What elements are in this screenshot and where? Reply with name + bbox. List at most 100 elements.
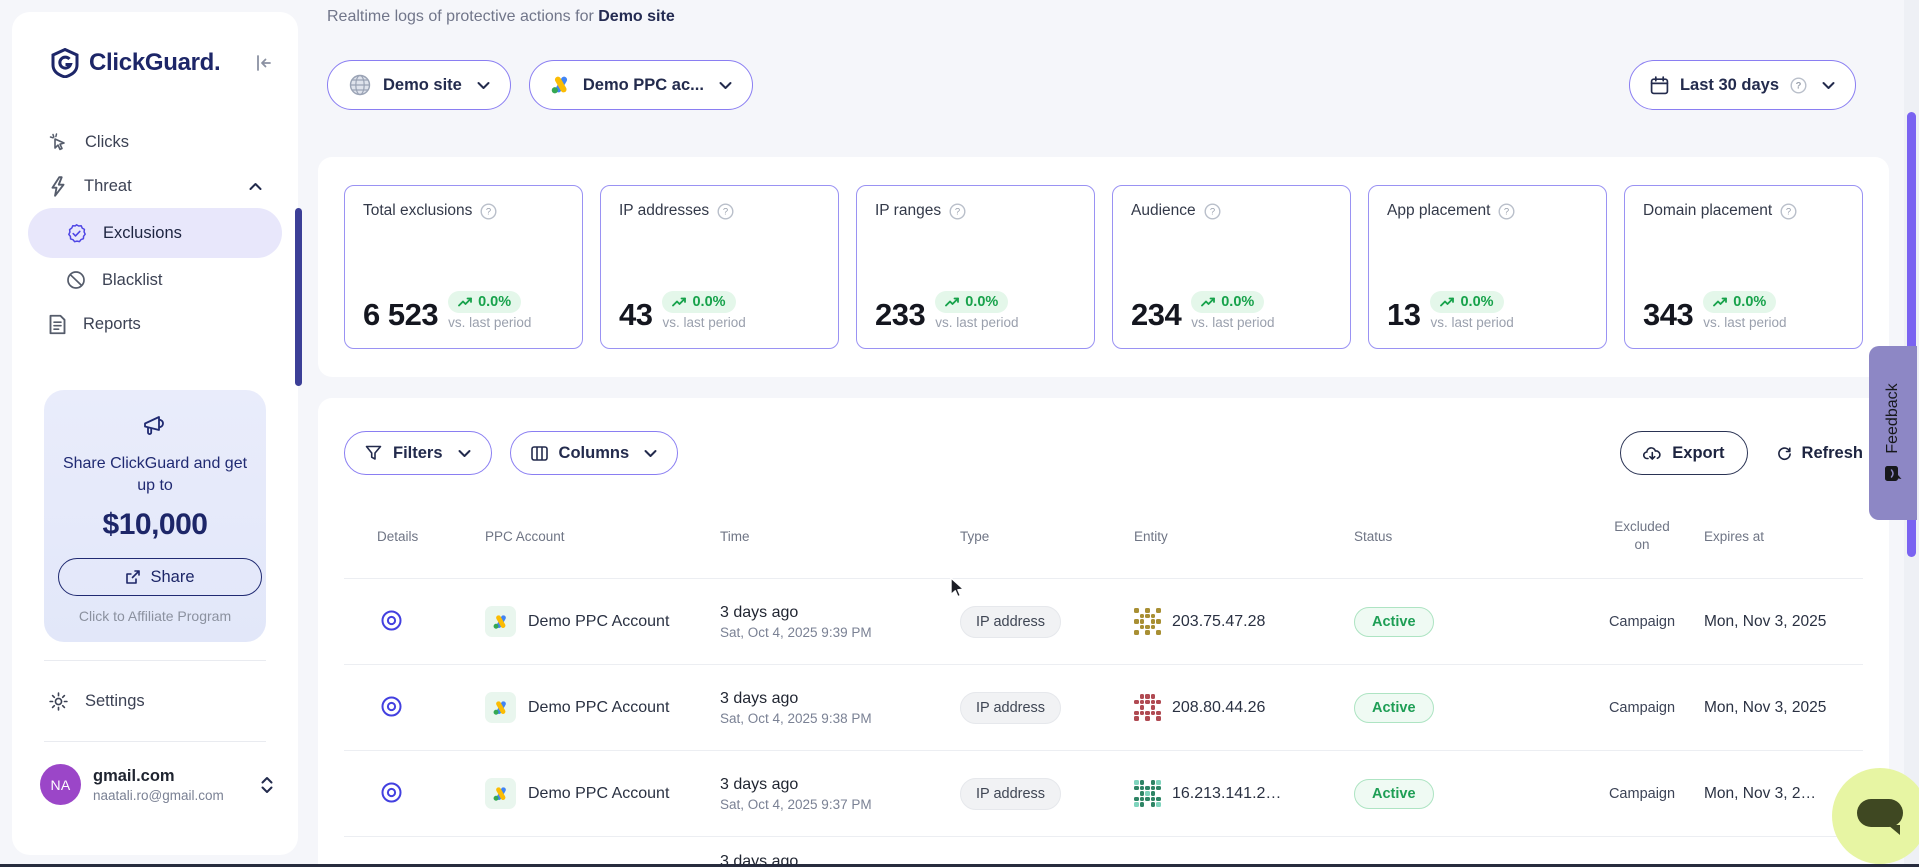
stat-value: 234 [1131, 299, 1181, 330]
sidebar-collapse-icon[interactable] [252, 51, 276, 75]
share-button-label: Share [150, 568, 194, 587]
status-badge: Active [1354, 779, 1434, 809]
excluded-on-value: Campaign [1580, 700, 1704, 716]
stat-label: App placement [1387, 202, 1490, 220]
stat-value: 6 523 [363, 299, 438, 330]
chat-bubble-icon [1857, 799, 1903, 827]
entity-identicon [1134, 694, 1161, 721]
export-button[interactable]: Export [1620, 431, 1747, 475]
sidebar-item-settings[interactable]: Settings [12, 679, 298, 723]
ppc-account-selector-value: Demo PPC ac... [583, 76, 704, 95]
site-selector-dropdown[interactable]: Demo site [327, 60, 511, 110]
delta-value: 0.0% [1733, 294, 1766, 310]
document-icon [48, 314, 67, 335]
details-eye-button[interactable] [377, 606, 406, 635]
trend-up-icon [1201, 297, 1215, 307]
refresh-icon [1776, 445, 1793, 462]
sidebar-item-exclusions[interactable]: Exclusions [28, 208, 282, 258]
table-toolbar: Filters Columns Export [344, 428, 1863, 478]
filters-label: Filters [393, 444, 443, 463]
google-ads-icon [550, 75, 572, 95]
stats-panel: Total exclusions? 6 523 0.0% vs. last pe… [318, 157, 1889, 377]
sidebar-item-reports[interactable]: Reports [28, 302, 282, 346]
feedback-tab[interactable]: Feedback [1869, 346, 1917, 520]
sidebar-item-blacklist[interactable]: Blacklist [28, 258, 282, 302]
subtitle-site-name: Demo site [598, 8, 674, 25]
details-eye-button[interactable] [377, 778, 406, 807]
chevron-down-icon [1822, 81, 1835, 90]
chevron-down-icon [477, 81, 490, 90]
question-circle-icon[interactable]: ? [1204, 203, 1221, 220]
table-row: Demo PPC Account 3 days agoSat, Oct 4, 2… [344, 664, 1863, 750]
status-badge: Active [1354, 693, 1434, 723]
stat-card-total-exclusions: Total exclusions? 6 523 0.0% vs. last pe… [344, 185, 583, 349]
question-circle-icon[interactable]: ? [949, 203, 966, 220]
refresh-button[interactable]: Refresh [1776, 444, 1863, 463]
filters-dropdown[interactable]: Filters [344, 431, 492, 475]
sidebar-item-threat[interactable]: Threat [28, 164, 282, 208]
affiliate-amount: $10,000 [58, 508, 252, 542]
affiliate-card[interactable]: Share ClickGuard and get up to $10,000 S… [44, 390, 266, 642]
stat-card-ip-ranges: IP ranges? 233 0.0% vs. last period [856, 185, 1095, 349]
type-badge: IP address [960, 692, 1061, 724]
table-header-row: Details PPC Account Time Type Entity Sta… [344, 494, 1863, 578]
ppc-account-selector-dropdown[interactable]: Demo PPC ac... [529, 60, 753, 110]
svg-text:?: ? [1504, 206, 1509, 217]
question-circle-icon[interactable]: ? [717, 203, 734, 220]
google-ads-icon [485, 692, 516, 723]
sidebar-nav: Clicks Threat Exclusions Blacklist [12, 120, 298, 346]
share-button[interactable]: Share [58, 558, 262, 596]
cursor-click-icon [48, 132, 69, 153]
sidebar-item-label: Exclusions [103, 224, 182, 243]
column-header-ppc-account: PPC Account [485, 529, 720, 544]
stat-label: Audience [1131, 202, 1196, 220]
details-eye-button[interactable] [377, 692, 406, 721]
sidebar-item-clicks[interactable]: Clicks [28, 120, 282, 164]
trend-up-icon [458, 297, 472, 307]
question-circle-icon[interactable]: ? [1790, 77, 1807, 94]
columns-label: Columns [559, 444, 630, 463]
entity-identicon [1134, 608, 1161, 635]
delta-badge: 0.0% [1703, 291, 1776, 313]
sidebar-item-label: Settings [85, 692, 145, 711]
ppc-account-name: Demo PPC Account [528, 785, 669, 803]
affiliate-title: Share ClickGuard and get up to [58, 453, 252, 496]
sidebar-scrollbar-thumb[interactable] [295, 208, 302, 386]
delta-badge: 0.0% [1430, 291, 1503, 313]
sidebar-item-label: Blacklist [102, 271, 163, 290]
globe-icon [348, 73, 372, 97]
divider [44, 741, 266, 742]
question-circle-icon[interactable]: ? [480, 203, 497, 220]
prohibit-icon [66, 270, 86, 290]
chevron-up-icon [249, 182, 262, 191]
excluded-on-value: Campaign [1580, 786, 1704, 802]
cloud-download-icon [1643, 445, 1662, 461]
table-row-partial: 3 days ago [344, 836, 1863, 867]
trend-up-icon [1713, 297, 1727, 307]
entity-value: 203.75.47.28 [1172, 613, 1265, 631]
type-badge: IP address [960, 778, 1061, 810]
delta-badge: 0.0% [935, 291, 1008, 313]
refresh-label: Refresh [1802, 444, 1863, 463]
date-range-dropdown[interactable]: Last 30 days ? [1629, 60, 1856, 110]
delta-value: 0.0% [1460, 294, 1493, 310]
question-circle-icon[interactable]: ? [1498, 203, 1515, 220]
gear-icon [48, 691, 69, 712]
sidebar-item-label: Reports [83, 315, 141, 334]
question-circle-icon[interactable]: ? [1780, 203, 1797, 220]
column-header-status: Status [1354, 529, 1580, 544]
stat-label: Total exclusions [363, 202, 472, 220]
lightning-icon [48, 176, 68, 197]
time-absolute: Sat, Oct 4, 2025 9:39 PM [720, 625, 960, 640]
columns-dropdown[interactable]: Columns [510, 431, 679, 475]
column-header-excluded-on: Excluded on [1605, 518, 1679, 554]
sidebar-item-label: Threat [84, 177, 132, 196]
svg-text:?: ? [486, 206, 491, 217]
affiliate-caption: Click to Affiliate Program [58, 608, 252, 624]
type-badge: IP address [960, 606, 1061, 638]
megaphone-icon [140, 410, 170, 440]
divider [44, 660, 266, 661]
account-switcher[interactable]: NA gmail.com naatali.ro@gmail.com [12, 764, 298, 805]
chat-launcher-button[interactable] [1832, 768, 1919, 864]
expires-at-value: Mon, Nov 3, 2025 [1704, 613, 1863, 631]
